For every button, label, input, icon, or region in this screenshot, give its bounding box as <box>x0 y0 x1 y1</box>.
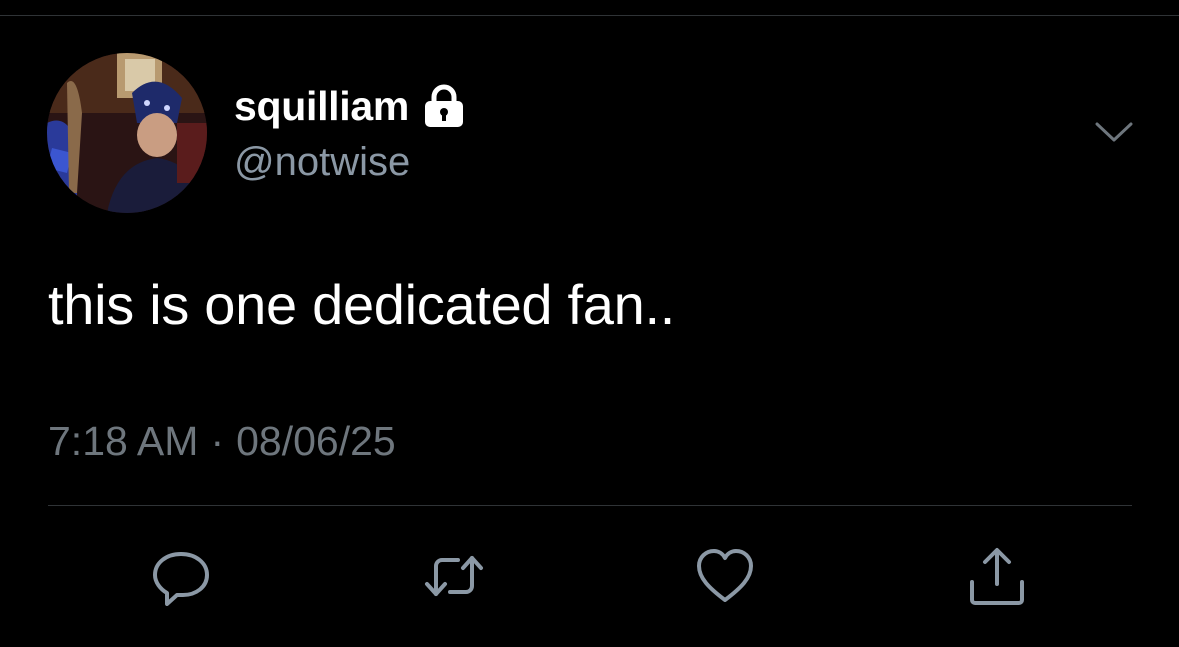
tweet-date: 08/06/25 <box>236 418 396 464</box>
tweet-text: this is one dedicated fan.. <box>48 273 675 336</box>
retweet-icon <box>425 556 483 596</box>
author-handle[interactable]: @notwise <box>234 140 410 185</box>
lock-icon <box>421 84 467 128</box>
tweet-container: squilliam @notwise this is one dedicated… <box>0 0 1179 647</box>
tweet-timestamp[interactable]: 7:18 AM · 08/06/25 <box>48 418 396 465</box>
comment-icon <box>153 552 209 606</box>
top-divider <box>0 15 1179 16</box>
display-name[interactable]: squilliam <box>234 83 409 130</box>
heart-icon <box>697 549 753 602</box>
chevron-down-icon[interactable] <box>1094 120 1134 144</box>
like-button[interactable] <box>695 546 755 606</box>
profile-photo <box>47 53 207 213</box>
tweet-time: 7:18 AM <box>48 418 199 464</box>
share-icon <box>970 548 1024 605</box>
meta-separator: · <box>210 418 225 464</box>
avatar[interactable] <box>47 53 207 213</box>
reply-button[interactable] <box>151 546 211 606</box>
author-name-row[interactable]: squilliam <box>234 83 467 130</box>
retweet-button[interactable] <box>424 546 484 606</box>
actions-divider <box>48 505 1132 506</box>
share-button[interactable] <box>967 546 1027 606</box>
